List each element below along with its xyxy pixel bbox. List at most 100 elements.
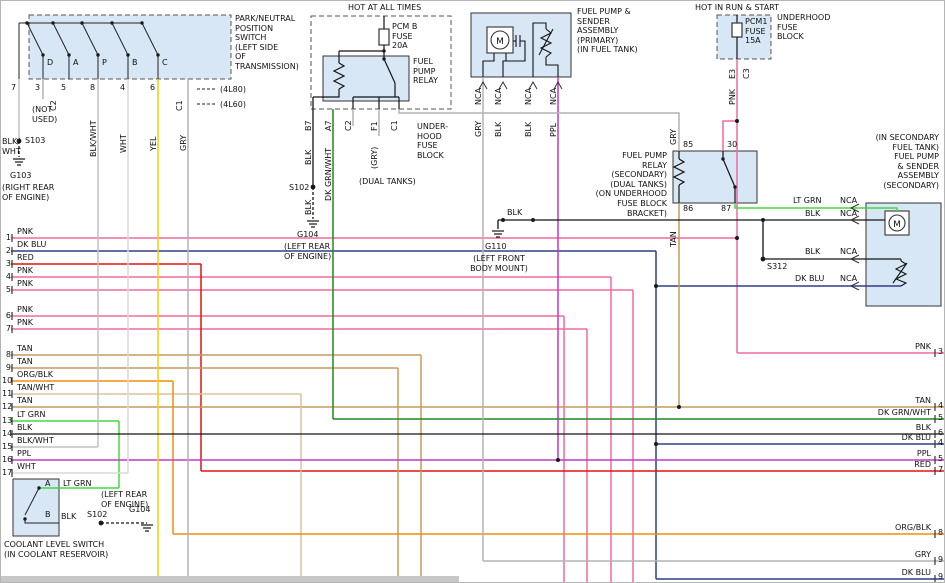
coolant-pin-b: B [45, 510, 51, 520]
pin-e3-label: E3 [728, 69, 738, 79]
splice-s312-label: S312 [767, 262, 787, 272]
ground-g103-location: (RIGHT REAR OF ENGINE) [2, 183, 54, 202]
right-pin-num-8: 8 [938, 528, 943, 538]
left-pin-num-2: 2 [2, 246, 11, 255]
right-pin-color-8: ORG/BLK [859, 523, 931, 533]
pnp-pin-5: 5 [61, 83, 66, 93]
ground-g104-location: (LEFT REAR OF ENGINE) [284, 242, 331, 261]
wire-blkwht-left-label: BLK/ WHT [2, 137, 21, 156]
right-pin-num-7: 7 [938, 465, 943, 475]
left-pin-color-17: WHT [17, 462, 36, 472]
wire-dkgrnwht-label: DK GRN/WHT [324, 148, 334, 201]
splice-s102-label: S102 [289, 183, 309, 193]
wire-gry-relay2-label: GRY [669, 129, 679, 145]
left-pin-color-5: PNK [17, 279, 33, 289]
underhood-fuse-block2-label: UNDERHOOD FUSE BLOCK [777, 13, 830, 42]
left-pin-num-4: 4 [2, 272, 11, 281]
left-pin-num-16: 16 [2, 455, 11, 464]
right-pin-num-10: 9 [938, 572, 943, 582]
blk-wires [11, 97, 945, 523]
left-pin-color-2: DK BLU [17, 240, 46, 250]
pin-a7-label: A7 [324, 120, 334, 131]
ground-g110-location: (LEFT FRONT BODY MOUNT) [460, 254, 538, 273]
pin-c3-label: C3 [742, 68, 752, 79]
left-pin-color-16: PPL [17, 449, 31, 459]
relay2-pin-86: 86 [683, 204, 693, 214]
fuel-pump-relay1-box [323, 56, 409, 101]
left-pin-color-3: RED [17, 253, 34, 263]
wire-tan-relay2-label: TAN [669, 231, 679, 247]
left-pin-num-3: 3 [2, 259, 11, 268]
org-blk-wires [11, 381, 945, 534]
right-pin-num-4: 6 [938, 428, 943, 438]
pnp-letter-p: P [102, 58, 107, 68]
horizontal-scrollbar[interactable] [1, 576, 459, 583]
left-pin-num-1: 1 [2, 233, 11, 242]
ground-g110-label: G110 [485, 242, 506, 252]
pnp-switch-box [29, 15, 231, 79]
left-pin-num-11: 11 [2, 389, 11, 398]
left-pin-color-7: PNK [17, 318, 33, 328]
left-pin-color-13: LT GRN [17, 410, 46, 420]
primary-pump-title: FUEL PUMP & SENDER ASSEMBLY (PRIMARY) (I… [577, 7, 638, 55]
right-pin-color-1: PNK [859, 342, 931, 352]
coolant-switch-title: COOLANT LEVEL SWITCH (IN COOLANT RESERVO… [4, 540, 108, 559]
nca-label-2: NCA [494, 88, 504, 105]
coolant-pin-a: A [45, 479, 50, 489]
pcm1-fuse-label: PCM1 FUSE 15A [745, 17, 767, 46]
secondary-relay-box [673, 151, 757, 203]
pin-b7-label: B7 [304, 120, 314, 131]
wire-wht-label: WHT [119, 134, 129, 153]
right-pin-num-9: 9 [938, 555, 943, 565]
fuel-pump-relay1-label: FUEL PUMP RELAY [413, 57, 438, 86]
right-pin-num-2: 4 [938, 401, 943, 411]
left-pin-color-1: PNK [17, 227, 33, 237]
splice-s103-label: S103 [25, 136, 45, 146]
left-pin-num-5: 5 [2, 285, 11, 294]
secondary-pump-title: (IN SECONDARY FUEL TANK) FUEL PUMP & SEN… [865, 133, 939, 191]
wire-blk-g110-label: BLK [507, 208, 522, 218]
wire-blk-pump2a-label: BLK [805, 209, 820, 219]
ground-g103 [13, 159, 25, 165]
right-pin-color-6: PPL [859, 449, 931, 459]
wire-blkwht-label: BLK/WHT [89, 120, 99, 157]
wire-ltgrn-pump2-label: LT GRN [793, 196, 822, 206]
wire-gry-pump1-label: GRY [474, 121, 484, 137]
left-pin-color-4: PNK [17, 266, 33, 276]
left-pin-color-11: TAN/WHT [17, 383, 54, 393]
left-pin-num-13: 13 [2, 416, 11, 425]
nca-label-3: NCA [524, 88, 534, 105]
right-pin-num-5: 4 [938, 438, 943, 448]
secondary-relay-title: FUEL PUMP RELAY (SECONDARY) (DUAL TANKS)… [595, 151, 667, 218]
dual-tanks-label: (DUAL TANKS) [359, 177, 416, 187]
motor-m-secondary: M [893, 220, 901, 230]
right-pin-color-2: TAN [859, 396, 931, 406]
underhood-fuse-block1-label: UNDER- HOOD FUSE BLOCK [417, 122, 448, 160]
ground-g104-coolant [141, 525, 153, 531]
ground-g104-mid [307, 221, 319, 227]
left-pin-num-7: 7 [2, 324, 11, 333]
left-pin-num-17: 17 [2, 468, 11, 477]
left-pin-num-8: 8 [2, 350, 11, 359]
pnp-pin-6: 6 [150, 83, 155, 93]
left-pin-color-9: TAN [17, 357, 33, 367]
ground-g104-label: G104 [297, 230, 318, 240]
relay2-pin-30: 30 [727, 140, 737, 150]
left-pin-color-6: PNK [17, 305, 33, 315]
wire-blk-pump1b-label: BLK [524, 122, 534, 137]
wire-gry-f1-label: (GRY) [370, 147, 380, 169]
nca-pump2-1: NCA [840, 196, 857, 206]
right-pin-color-5: DK BLU [859, 433, 931, 443]
right-pin-num-6: 5 [938, 454, 943, 464]
wiring-diagram-page: M M PARK/NEUTRAL POSITION SWITCH (LEFT S… [0, 0, 945, 583]
ground-g104-coolant-location: (LEFT REAR OF ENGINE) [101, 490, 148, 509]
left-pin-color-8: TAN [17, 344, 33, 354]
left-pin-num-14: 14 [2, 429, 11, 438]
relay2-pin-87: 87 [721, 204, 731, 214]
pnp-letter-a: A [73, 58, 78, 68]
wire-gry-label: GRY [179, 135, 189, 151]
left-pin-color-10: ORG/BLK [17, 370, 53, 380]
nca-label-1: NCA [474, 88, 484, 105]
left-pin-color-15: BLK/WHT [17, 436, 54, 446]
nca-pump2-2: NCA [840, 209, 857, 219]
